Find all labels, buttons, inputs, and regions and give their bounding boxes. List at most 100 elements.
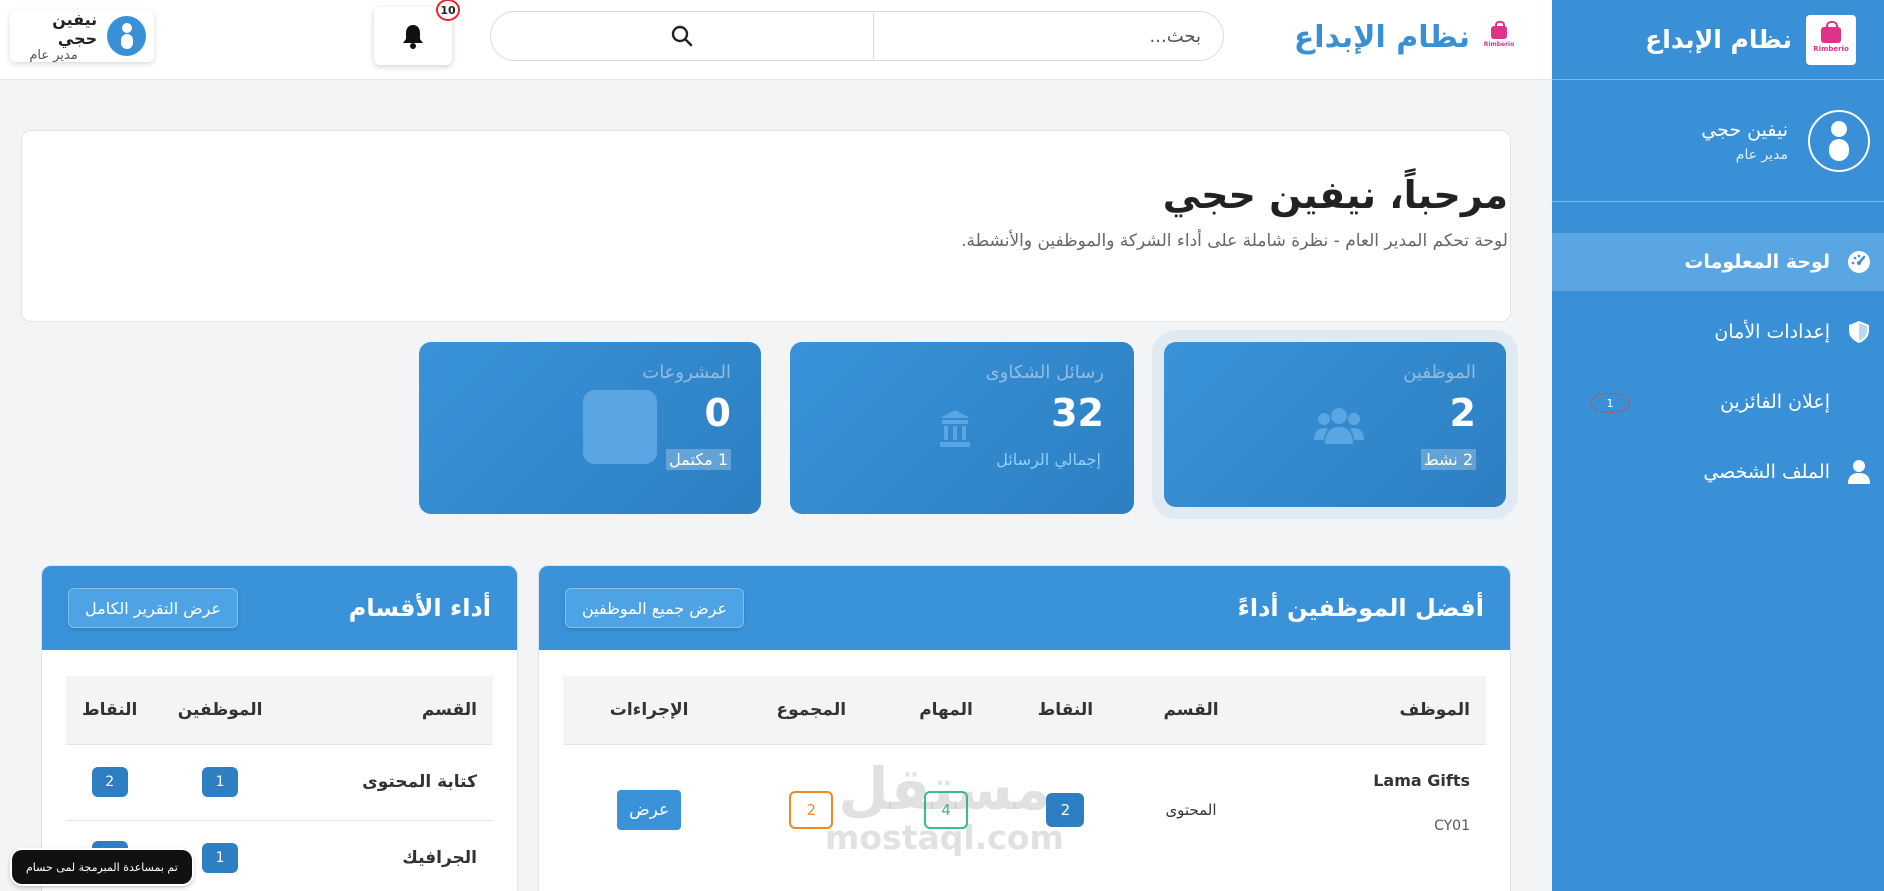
- person-icon: [1829, 120, 1849, 161]
- stat-sub: 2 نشط: [1420, 449, 1476, 470]
- table-header-row: القسم الموظفين النقاط: [66, 676, 493, 744]
- sidebar-brand-name: نظام الإبداع: [1645, 25, 1792, 54]
- header-user-role: مدير عام: [29, 47, 78, 63]
- page-title: مرحباً، نيفين حجي: [1162, 173, 1508, 217]
- view-all-employees-button[interactable]: عرض جميع الموظفين: [565, 588, 745, 628]
- points-cell: 2: [66, 743, 154, 820]
- sidebar-item-label: لوحة المعلومات: [1684, 251, 1830, 273]
- bell-icon: [403, 25, 423, 49]
- stat-label: المشروعات: [642, 362, 731, 383]
- points-chip: 2: [1046, 793, 1085, 828]
- page-subtitle: لوحة تحكم المدير العام - نظرة شاملة على …: [961, 231, 1508, 251]
- view-full-report-button[interactable]: عرض التقرير الكامل: [68, 588, 238, 628]
- actions-cell: عرض: [563, 743, 736, 876]
- tasks-chip: 4: [924, 791, 969, 830]
- stat-card-complaints[interactable]: رسائل الشكاوى 32 إجمالي الرسائل: [790, 342, 1134, 514]
- logo-text: Rimberio: [1813, 44, 1849, 53]
- header-user-menu[interactable]: نيفين حجي مدير عام: [10, 9, 154, 63]
- panel-title: أفضل الموظفين أداءً: [1237, 594, 1484, 622]
- header-user-name: نيفين حجي: [52, 9, 98, 48]
- sidebar-item-label: إعلان الفائزين: [1720, 391, 1830, 413]
- logo-text: Rimberio: [1483, 41, 1515, 48]
- stat-card-employees[interactable]: الموظفين 2 2 نشط: [1164, 342, 1506, 507]
- avatar: [107, 16, 146, 56]
- panel-header: أداء الأقسام عرض التقرير الكامل: [42, 566, 517, 650]
- dashboard-gauge-icon: [1846, 249, 1872, 275]
- top-header: Rimberio نظام الإبداع 10 نيفين حجي مدير …: [0, 0, 1552, 80]
- users-icon: [1314, 408, 1364, 444]
- employees-chip: 1: [202, 767, 239, 797]
- view-employee-button[interactable]: عرض: [617, 790, 682, 831]
- brand-logo: Rimberio: [1806, 14, 1856, 65]
- sidebar-item-label: الملف الشخصي: [1703, 461, 1830, 483]
- points-chip: 2: [91, 767, 128, 797]
- building-icon: [940, 410, 970, 447]
- sidebar-item-security[interactable]: إعدادات الأمان: [1552, 303, 1884, 361]
- total-chip: 2: [789, 791, 834, 830]
- column-header: القسم: [1126, 676, 1256, 744]
- points-cell: 2: [1004, 743, 1126, 876]
- sidebar-user: نيفين حجي مدير عام: [1552, 80, 1884, 202]
- winners-icon-placeholder: [1846, 389, 1872, 415]
- table-header-row: الموظف القسم النقاط المهام المجموع الإجر…: [563, 676, 1486, 744]
- column-header: النقاط: [66, 676, 154, 744]
- header-brand[interactable]: Rimberio نظام الإبداع: [1294, 18, 1514, 56]
- sidebar-nav: لوحة المعلومات إعدادات الأمان إعلان الفا…: [1552, 233, 1884, 501]
- departments-panel: أداء الأقسام عرض التقرير الكامل القسم ال…: [41, 565, 518, 891]
- employees-chip: 1: [202, 843, 239, 874]
- notifications-button[interactable]: 10: [374, 0, 460, 65]
- table-row: Lama Gifts CY01 المحتوى 2 4 2 عرض: [563, 743, 1486, 876]
- header-brand-name: نظام الإبداع: [1293, 19, 1470, 55]
- column-header: المهام: [887, 676, 1005, 744]
- sidebar-user-name: نيفين حجي: [1701, 118, 1788, 141]
- stat-sub: 1 مكتمل: [666, 449, 731, 470]
- welcome-card: مرحباً، نيفين حجي لوحة تحكم المدير العام…: [21, 130, 1511, 322]
- sidebar: Rimberio نظام الإبداع نيفين حجي مدير عام…: [1552, 0, 1884, 891]
- employees-cell: 1: [153, 743, 287, 820]
- total-cell: 2: [735, 743, 888, 876]
- top-employees-panel: أفضل الموظفين أداءً عرض جميع الموظفين ال…: [538, 565, 1511, 891]
- stat-label: الموظفين: [1403, 362, 1476, 383]
- user-icon: [1846, 459, 1872, 485]
- department-name: كتابة المحتوى: [286, 743, 493, 820]
- column-header: الموظف: [1256, 676, 1486, 744]
- employee-code: CY01: [1434, 817, 1470, 834]
- department-name: الجرافيك: [286, 819, 493, 891]
- top-employees-table: الموظف القسم النقاط المهام المجموع الإجر…: [563, 676, 1486, 876]
- shield-icon: [1846, 319, 1872, 345]
- column-header: القسم: [286, 676, 493, 744]
- search-bar: [490, 11, 1224, 61]
- column-header: المجموع: [735, 676, 888, 744]
- stat-card-projects[interactable]: المشروعات 0 1 مكتمل: [419, 342, 761, 514]
- winners-badge: 1: [1590, 393, 1630, 413]
- avatar: [1808, 109, 1870, 172]
- credit-toast[interactable]: تم بمساعدة المبرمجة لمى حسام: [12, 850, 192, 884]
- stat-label: رسائل الشكاوى: [985, 362, 1104, 383]
- column-header: الموظفين: [153, 676, 287, 744]
- person-icon: [120, 23, 133, 49]
- search-button[interactable]: [491, 12, 873, 60]
- tasks-cell: 4: [887, 743, 1005, 876]
- sidebar-item-dashboard[interactable]: لوحة المعلومات: [1552, 233, 1884, 291]
- shopping-bag-icon: [1491, 21, 1507, 39]
- stat-sub: إجمالي الرسائل: [996, 450, 1101, 469]
- square-icon: [583, 390, 657, 464]
- department-cell: المحتوى: [1126, 743, 1256, 876]
- panel-title: أداء الأقسام: [348, 594, 491, 622]
- sidebar-item-profile[interactable]: الملف الشخصي: [1552, 443, 1884, 501]
- employee-cell: Lama Gifts CY01: [1256, 743, 1486, 876]
- column-header: الإجراءات: [563, 676, 736, 744]
- sidebar-user-role: مدير عام: [1735, 146, 1788, 163]
- table-row: كتابة المحتوى 1 2: [66, 743, 493, 820]
- sidebar-item-label: إعدادات الأمان: [1714, 321, 1830, 343]
- search-icon: [671, 25, 693, 47]
- panel-header: أفضل الموظفين أداءً عرض جميع الموظفين: [539, 566, 1510, 650]
- sidebar-item-winners[interactable]: إعلان الفائزين 1: [1552, 373, 1884, 431]
- employee-name: Lama Gifts: [1373, 770, 1470, 790]
- search-input[interactable]: [873, 12, 1223, 60]
- brand-logo: Rimberio: [1484, 18, 1514, 56]
- notification-count-badge: 10: [436, 0, 460, 21]
- shopping-bag-icon: [1821, 20, 1841, 43]
- column-header: النقاط: [1004, 676, 1126, 744]
- sidebar-brand[interactable]: Rimberio نظام الإبداع: [1552, 0, 1884, 80]
